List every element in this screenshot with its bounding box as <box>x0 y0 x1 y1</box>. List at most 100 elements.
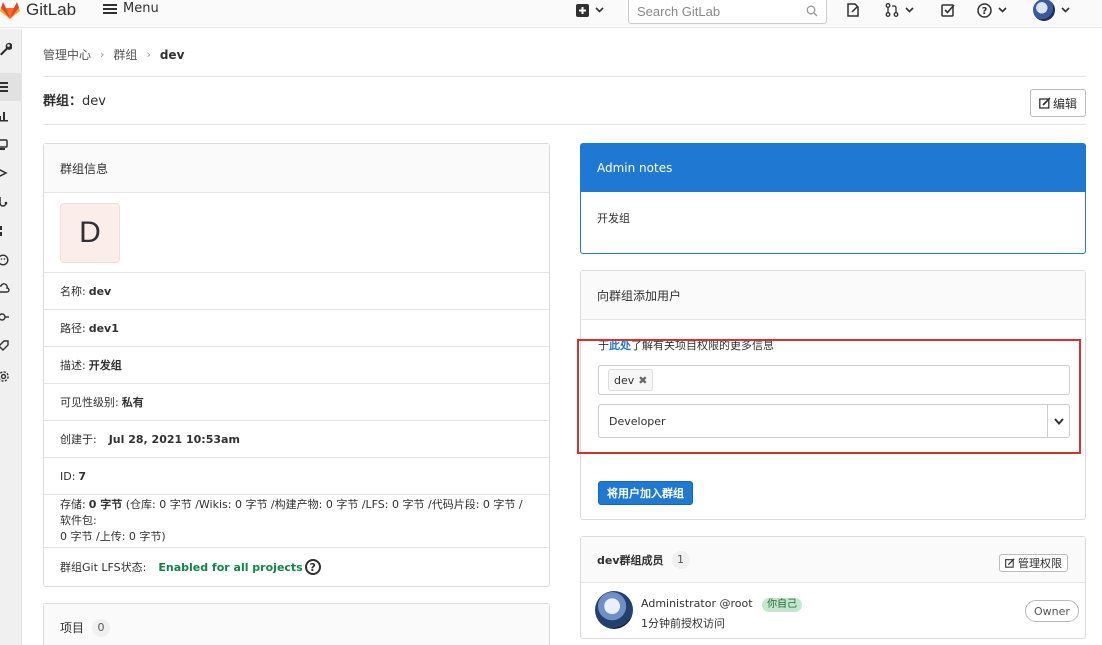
description-value: 开发组 <box>88 359 122 372</box>
member-name[interactable]: Administrator <box>641 597 716 610</box>
sidebar-item-labels[interactable] <box>0 332 21 360</box>
sidebar-item-messages[interactable] <box>0 159 21 187</box>
edit-button[interactable]: 编辑 <box>1030 89 1086 117</box>
id-label: ID: <box>60 469 76 483</box>
sidebar-item-deploy-keys[interactable] <box>0 303 21 331</box>
sidebar-item-analytics[interactable] <box>0 102 21 130</box>
sidebar-item-cloud[interactable] <box>0 275 21 303</box>
labels-icon <box>0 340 9 351</box>
page-title-name: dev <box>82 94 106 109</box>
issues-link[interactable] <box>846 0 860 20</box>
group-lfs-row: 群组Git LFS状态: Enabled for all projects ? <box>44 548 549 586</box>
help-icon: ? <box>977 2 992 18</box>
projects-count-badge: 0 <box>92 618 111 637</box>
sidebar-item-applications[interactable] <box>0 217 21 245</box>
created-label: 创建于: <box>60 433 97 446</box>
merge-requests-dropdown[interactable] <box>885 0 914 20</box>
settings-gear-icon <box>0 370 9 382</box>
group-name-row: 名称: dev <box>44 273 549 310</box>
group-id-row: ID: 7 <box>44 458 549 495</box>
sidebar-item-hooks[interactable] <box>0 188 21 216</box>
group-avatar: D <box>60 202 120 263</box>
visibility-label: 可见性级别: <box>60 396 119 409</box>
edit-button-label: 编辑 <box>1052 96 1077 111</box>
avatar[interactable] <box>595 591 633 629</box>
page-title-prefix: 群组： <box>43 94 83 109</box>
hamburger-icon <box>103 3 117 14</box>
projects-header: 项目 0 <box>44 604 549 645</box>
analytics-chart-icon <box>0 112 8 122</box>
chevron-down-icon <box>1061 7 1070 13</box>
gitlab-tanuki-icon <box>0 2 20 19</box>
sidebar-item-admin[interactable] <box>0 35 21 63</box>
visibility-value: 私有 <box>121 396 144 409</box>
todos-link[interactable] <box>941 0 955 20</box>
admin-notes-card: Admin notes 开发组 <box>580 143 1086 254</box>
member-identity: Administrator @root 你自己 <box>641 597 803 612</box>
search-box[interactable] <box>628 0 827 24</box>
member-access-time: 1分钟前授权访问 <box>641 617 725 630</box>
chevron-down-icon <box>998 7 1007 13</box>
sidebar-item-settings[interactable] <box>0 362 21 390</box>
storage-line-1: 存储: 0 字节 (仓库: 0 字节 /Wikis: 0 字节 /构建产物: 0 … <box>60 497 533 529</box>
path-label: 路径: <box>60 322 86 335</box>
admin-sidebar <box>0 29 22 645</box>
deploy-keys-icon <box>0 313 9 321</box>
help-icon[interactable]: ? <box>304 559 321 575</box>
chevron-right-icon: › <box>100 48 105 61</box>
user-avatar <box>1033 0 1055 21</box>
id-value: 7 <box>78 469 87 483</box>
user-menu[interactable] <box>1033 0 1070 21</box>
lfs-label: 群组Git LFS状态: <box>60 561 147 574</box>
chevron-right-icon: › <box>146 48 151 61</box>
created-value: Jul 28, 2021 10:53am <box>108 432 240 446</box>
projects-card: 项目 0 <box>43 603 550 645</box>
storage-value: 0 字节 <box>88 498 123 511</box>
breadcrumb-admin[interactable]: 管理中心 <box>43 46 91 63</box>
members-card: dev群组成员 1 管理权限 Administrator @root 你自己 1… <box>580 536 1086 639</box>
add-user-button[interactable]: 将用户加入群组 <box>598 481 693 505</box>
breadcrumb-current[interactable]: dev <box>160 48 185 62</box>
group-description-row: 描述: 开发组 <box>44 347 549 384</box>
projects-title: 项目 <box>60 621 85 635</box>
search-input[interactable] <box>637 3 797 19</box>
monitoring-icon <box>0 139 8 150</box>
admin-wrench-icon <box>0 42 12 56</box>
admin-notes-body: 开发组 <box>597 212 630 225</box>
admin-notes-header: Admin notes <box>581 144 1085 192</box>
chevron-down-icon <box>905 7 914 13</box>
name-value: dev <box>88 284 112 298</box>
menu-button[interactable]: Menu <box>103 1 159 16</box>
issues-icon <box>847 3 859 17</box>
storage-detail-1: (仓库: 0 字节 /Wikis: 0 字节 /构建产物: 0 字节 /LFS:… <box>60 498 523 527</box>
plus-square-icon <box>576 3 589 17</box>
members-header: dev群组成员 1 管理权限 <box>581 537 1085 583</box>
group-path-row: 路径: dev1 <box>44 310 549 347</box>
manage-access-button[interactable]: 管理权限 <box>999 554 1068 572</box>
breadcrumb: 管理中心 › 群组 › dev <box>43 46 184 63</box>
sidebar-item-overview[interactable] <box>0 73 21 101</box>
search-icon <box>806 5 818 17</box>
pencil-square-icon <box>1039 97 1051 109</box>
group-info-card: 群组信息 D 名称: dev 路径: dev1 描述: 开发组 可见性级别: 私有 创建… <box>43 143 550 587</box>
members-title: dev群组成员 <box>597 553 664 567</box>
lfs-status: Enabled for all projects <box>158 560 303 574</box>
svg-text:?: ? <box>982 6 988 17</box>
applications-icon <box>0 226 2 236</box>
sidebar-item-monitoring[interactable] <box>0 131 21 159</box>
storage-label: 存储: <box>60 498 86 511</box>
highlight-box <box>577 339 1081 454</box>
breadcrumb-groups[interactable]: 群组 <box>113 46 137 63</box>
hooks-icon <box>0 197 8 207</box>
cloud-icon <box>0 283 10 293</box>
gitlab-logo[interactable]: GitLab <box>0 0 76 20</box>
menu-label: Menu <box>123 1 159 16</box>
manage-access-label: 管理权限 <box>1018 557 1062 570</box>
new-dropdown[interactable] <box>576 0 604 20</box>
group-storage-row: 存储: 0 字节 (仓库: 0 字节 /Wikis: 0 字节 /构建产物: 0 … <box>44 495 549 548</box>
sidebar-item-abuse-reports[interactable] <box>0 246 21 274</box>
storage-detail-2: 0 字节 /上传: 0 字节) <box>60 530 166 543</box>
help-dropdown[interactable]: ? <box>977 0 1007 20</box>
name-label: 名称: <box>60 285 86 298</box>
divider <box>43 76 1086 77</box>
